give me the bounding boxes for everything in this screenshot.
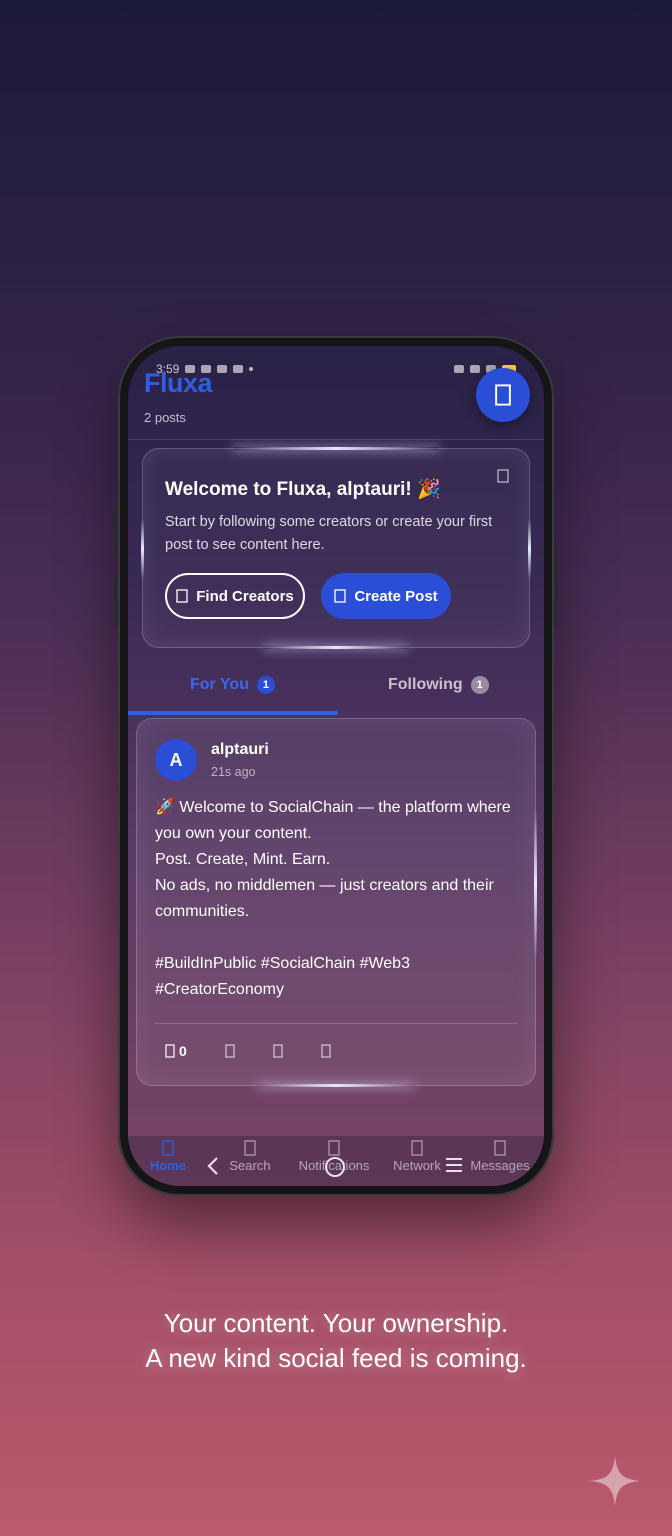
nav-label: Home: [149, 1158, 187, 1173]
like-button[interactable]: 0: [165, 1043, 187, 1059]
nav-messages[interactable]: Messages: [460, 1140, 540, 1173]
find-creators-button[interactable]: Find Creators: [165, 573, 305, 619]
card-glow: [233, 447, 439, 450]
like-count: 0: [179, 1043, 187, 1059]
compose-icon: [495, 384, 511, 406]
app-notification-icon: [217, 365, 228, 373]
nav-label: Search: [229, 1158, 271, 1173]
message-icon: [494, 1140, 506, 1156]
share-icon: [273, 1044, 283, 1058]
post-author[interactable]: alptauri: [211, 741, 269, 759]
post-divider: [155, 1023, 517, 1024]
network-icon: [411, 1140, 423, 1156]
system-home-icon[interactable]: [324, 1156, 346, 1178]
post-actions: 0: [165, 1039, 331, 1063]
welcome-text: Start by following some creators or crea…: [165, 514, 493, 553]
nav-search[interactable]: Search: [210, 1140, 290, 1173]
app-screen: 3:59 Fluxa 2 posts Welcome to Fluxa, alp…: [128, 346, 544, 1186]
sparkle-icon: [590, 1456, 640, 1506]
phone-frame: 3:59 Fluxa 2 posts Welcome to Fluxa, alp…: [114, 336, 558, 1196]
bottom-nav: Home Search Notifications Network Messag…: [128, 1136, 544, 1186]
welcome-card: Welcome to Fluxa, alptauri! 🎉 Start by f…: [141, 447, 531, 649]
post-card[interactable]: A alptauri 21s ago 🚀 Welcome to SocialCh…: [136, 718, 537, 1087]
signal-icon: [470, 365, 480, 373]
system-back-icon[interactable]: [206, 1156, 220, 1176]
nav-home[interactable]: Home: [128, 1140, 208, 1173]
post-line: Post. Create, Mint. Earn.: [155, 851, 331, 868]
find-creators-label: Find Creators: [196, 587, 294, 605]
card-glow: [534, 809, 537, 959]
post-line: No ads, no middlemen — just creators and…: [155, 877, 494, 920]
tab-label: Following: [388, 676, 463, 693]
tagline-line: A new kind social feed is coming.: [145, 1343, 527, 1373]
post-hashtags[interactable]: #BuildInPublic #SocialChain #Web3 #Creat…: [155, 951, 515, 1003]
tab-label: For You: [190, 676, 249, 693]
nav-label: Network: [393, 1158, 441, 1173]
header-divider: [128, 439, 544, 440]
app-logo: Fluxa: [144, 368, 213, 398]
card-glow: [141, 519, 144, 579]
more-notifications-icon: [249, 367, 254, 371]
avatar[interactable]: A: [155, 739, 197, 781]
home-icon: [162, 1140, 174, 1156]
volume-button: [114, 576, 118, 626]
count-badge: 1: [256, 676, 275, 694]
count-badge: 1: [470, 676, 489, 694]
comment-icon: [225, 1044, 235, 1058]
welcome-title: Welcome to Fluxa, alptauri! 🎉: [165, 479, 441, 500]
power-button: [554, 546, 558, 626]
compose-button[interactable]: [476, 368, 530, 422]
nav-label: Messages: [470, 1158, 530, 1173]
close-icon[interactable]: [497, 469, 509, 483]
feed-tabs: For You 1 Following 1: [128, 656, 544, 715]
card-glow: [257, 1084, 415, 1087]
volume-button: [114, 506, 118, 556]
bookmark-icon: [321, 1044, 331, 1058]
comment-button[interactable]: [225, 1044, 235, 1058]
post-count: 2 posts: [144, 410, 186, 425]
post-body: 🚀 Welcome to SocialChain — the platform …: [155, 795, 515, 1003]
bell-icon: [328, 1140, 340, 1156]
card-glow: [528, 519, 531, 579]
tab-following[interactable]: Following 1: [388, 670, 489, 700]
share-button[interactable]: [273, 1044, 283, 1058]
post-line: 🚀 Welcome to SocialChain — the platform …: [155, 799, 511, 842]
tab-for-you[interactable]: For You 1: [190, 670, 275, 700]
search-icon: [244, 1140, 256, 1156]
post-time: 21s ago: [211, 765, 256, 779]
active-tab-indicator: [128, 711, 338, 715]
bookmark-button[interactable]: [321, 1044, 331, 1058]
create-post-label: Create Post: [354, 587, 438, 605]
vibrate-icon: [454, 365, 464, 373]
system-recents-icon[interactable]: [444, 1156, 464, 1174]
users-icon: [176, 589, 188, 603]
create-post-button[interactable]: Create Post: [321, 573, 451, 619]
card-glow: [263, 646, 409, 649]
tagline-line: Your content. Your ownership.: [163, 1308, 509, 1338]
tagline: Your content. Your ownership. A new kind…: [0, 1306, 672, 1376]
plus-icon: [334, 589, 346, 603]
mail-icon: [233, 365, 244, 373]
heart-icon: [165, 1044, 175, 1058]
